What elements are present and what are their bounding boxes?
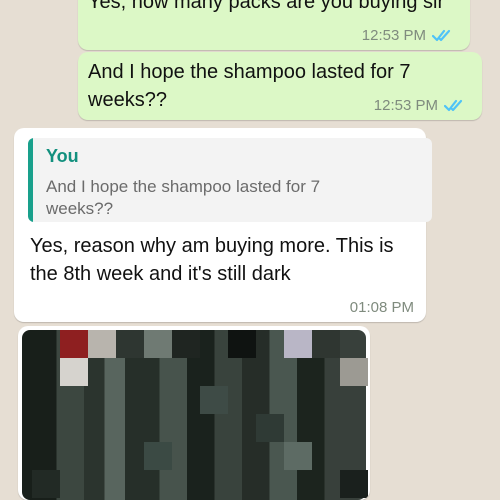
message-time: 01:08 PM [349,299,414,316]
message-meta: 12:53 PM [374,97,468,114]
message-time: 12:53 PM [361,27,426,44]
pixel-block [88,330,116,358]
pixel-block [312,330,340,358]
pixel-block [340,470,368,498]
pixel-block [60,330,88,358]
reply-accent-bar [28,138,33,222]
pixel-block [284,330,312,358]
message-bubble-incoming-reply[interactable]: You And I hope the shampoo lasted for 7 … [14,128,432,322]
pixel-block [144,330,172,358]
pixel-block [32,470,60,498]
reply-quote[interactable]: You And I hope the shampoo lasted for 7 … [28,138,432,222]
pixel-block [144,442,172,470]
pixel-block [284,442,312,470]
message-text: Yes, reason why am buying more. This is … [30,235,400,285]
double-check-icon [432,29,451,41]
message-meta: 01:08 PM [350,299,414,316]
pixel-block [116,330,144,358]
reply-text: And I hope the shampoo lasted for 7 week… [46,177,325,218]
message-text: Yes, how many packs are you buying sir [88,0,445,13]
pixel-block [172,330,200,358]
message-bubble-outgoing-2[interactable]: And I hope the shampoo lasted for 7 week… [78,52,482,120]
message-time: 12:53 PM [373,97,438,114]
message-meta: 12:53 PM [362,27,456,44]
message-bubble-outgoing-1[interactable]: Yes, how many packs are you buying sir 1… [78,0,470,50]
reply-author: You [46,146,79,166]
pixel-block [60,358,88,386]
pixel-block [228,330,256,358]
pixel-block [340,358,368,386]
pixel-block [256,414,284,442]
image-message[interactable] [18,326,370,500]
double-check-icon [444,99,463,111]
pixel-block [200,386,228,414]
